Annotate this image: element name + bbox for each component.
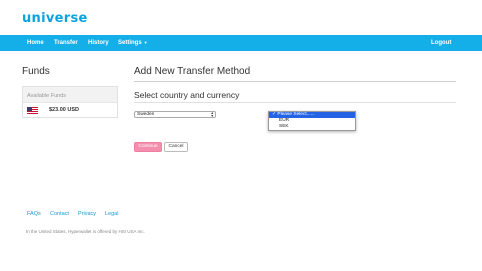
page-title: Add New Transfer Method — [134, 66, 251, 77]
nav-transfer[interactable]: Transfer — [54, 35, 78, 51]
subtitle-divider — [134, 102, 456, 103]
country-select[interactable]: Sweden ▲ ▼ — [134, 111, 216, 118]
nav-logout[interactable]: Logout — [431, 35, 451, 51]
currency-option-label: Please Select...... — [277, 112, 315, 117]
nav-home[interactable]: Home — [27, 35, 44, 51]
funds-panel: Available Funds $23.00 USD — [22, 86, 118, 118]
select-arrows-icon: ▲ ▼ — [210, 111, 214, 118]
continue-button[interactable]: Continue — [134, 142, 162, 152]
checkmark-icon: ✓ — [272, 112, 277, 117]
currency-option-sek[interactable]: SEK — [269, 124, 355, 130]
page: universe Home Transfer History Settings ▼… — [0, 0, 482, 271]
footer-link-legal[interactable]: Legal — [105, 211, 118, 217]
funds-title: Funds — [22, 66, 50, 77]
funds-balance-row: $23.00 USD — [23, 102, 117, 117]
us-flag-icon — [27, 107, 38, 114]
footer-legal-note: In the United States, Hyperwallet is off… — [26, 229, 145, 234]
universe-logo[interactable]: universe — [22, 11, 88, 26]
nav-settings[interactable]: Settings ▼ — [118, 35, 148, 51]
title-divider — [134, 81, 456, 82]
footer-link-contact[interactable]: Contact — [50, 211, 69, 217]
available-funds-label: Available Funds — [27, 93, 67, 99]
country-select-value: Sweden — [137, 112, 155, 117]
cancel-button[interactable]: Cancel — [164, 142, 188, 152]
funds-amount: $23.00 USD — [49, 107, 79, 113]
footer-link-faqs[interactable]: FAQs — [27, 211, 41, 217]
top-navbar: Home Transfer History Settings ▼ Logout — [0, 35, 482, 51]
footer-link-privacy[interactable]: Privacy — [78, 211, 96, 217]
chevron-down-icon: ▼ — [143, 40, 148, 45]
section-subtitle: Select country and currency — [134, 90, 240, 100]
nav-history[interactable]: History — [88, 35, 109, 51]
nav-settings-label: Settings — [118, 40, 142, 46]
currency-dropdown[interactable]: ✓ Please Select...... EUR SEK — [268, 111, 356, 131]
